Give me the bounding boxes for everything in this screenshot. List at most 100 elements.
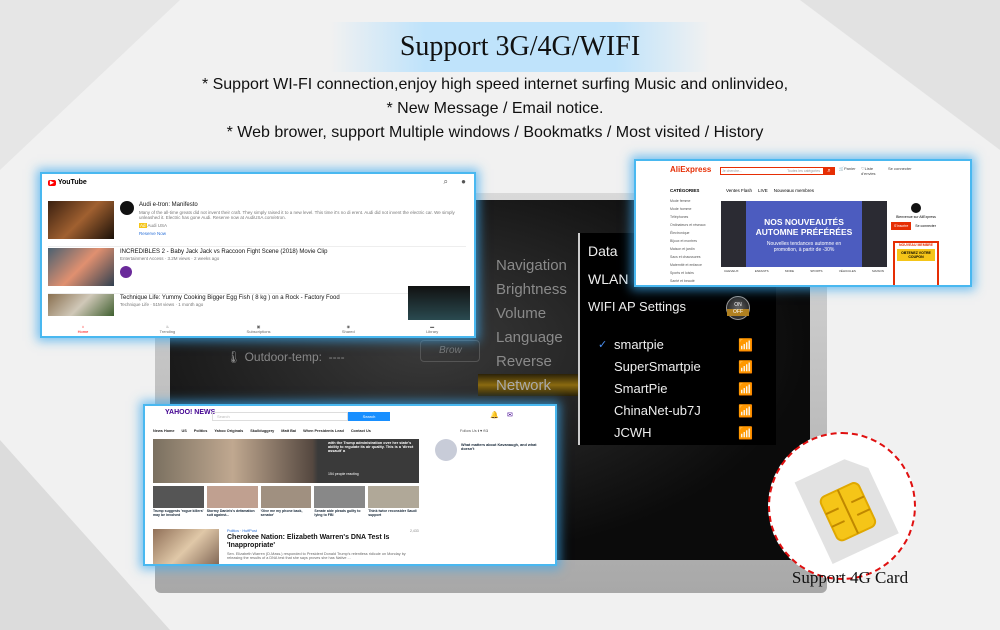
- bottom-nav: ⌂ Home ♨ Trending ▣ Subscriptions ◉ Shared ▬…: [42, 318, 474, 336]
- yahoo-nav-item[interactable]: Matt Bai: [281, 429, 296, 433]
- category-item[interactable]: Téléphones: [670, 213, 718, 221]
- account-icon[interactable]: ●: [461, 177, 466, 186]
- reactions[interactable]: 154 people reacting: [328, 472, 359, 476]
- nav-shared[interactable]: ◉ Shared: [342, 324, 355, 334]
- comment-count[interactable]: 2,433: [410, 529, 419, 533]
- thumb-story[interactable]: Senate aide pleads guilty to lying to FB…: [314, 486, 366, 517]
- yahoo-nav-item[interactable]: When Presidents Lead: [303, 429, 344, 433]
- nav-subscriptions[interactable]: ▣ Subscriptions: [247, 324, 271, 334]
- category-item[interactable]: Sports et loisirs: [670, 269, 718, 277]
- search-icon[interactable]: ⌕: [444, 177, 448, 187]
- strip-category[interactable]: SPORTS: [810, 269, 822, 273]
- login-button[interactable]: Se connecter: [913, 222, 938, 230]
- menu-item-language[interactable]: Language: [496, 329, 563, 346]
- channel-avatar: [120, 201, 134, 215]
- social-icons[interactable]: t ♥ f ◘: [478, 429, 488, 433]
- mini-player[interactable]: [408, 286, 470, 320]
- promo-tabs: Ventes Flash LIVE Nouveaux membres: [726, 188, 814, 193]
- hero-banner[interactable]: NOS NOUVEAUTÉS AUTOMNE PRÉFÉRÉES Nouvell…: [721, 201, 887, 267]
- nav-trending[interactable]: ♨ Trending: [160, 324, 176, 334]
- strip-category[interactable]: ENFANTS: [755, 269, 769, 273]
- wifi-lock-icon: 📶: [738, 360, 753, 374]
- register-button[interactable]: S'inscrire: [891, 222, 912, 230]
- reserve-now-link[interactable]: Reserve Now: [139, 231, 166, 236]
- wifi-lock-icon: 📶: [738, 426, 753, 440]
- video-title[interactable]: Technique Life: Yummy Cooking Bigger Egg…: [120, 295, 340, 301]
- yahoo-nav-item[interactable]: Yahoo Originals: [214, 429, 243, 433]
- tab-new-members[interactable]: Nouveaux membres: [774, 188, 814, 193]
- wifi-network[interactable]: SmartPie: [614, 381, 667, 396]
- category-item[interactable]: Électronique: [670, 229, 718, 237]
- search-input[interactable]: Search: [212, 412, 348, 421]
- menu-item-navigation[interactable]: Navigation: [496, 257, 567, 274]
- cart-button[interactable]: 🛒Panier: [839, 166, 856, 171]
- nav-library[interactable]: ▬ Library: [426, 324, 438, 334]
- category-item[interactable]: Santé et beauté: [670, 277, 718, 285]
- thumb-story[interactable]: Stormy Daniels's defamation suit against…: [206, 486, 258, 517]
- yahoo-nav-item[interactable]: Contact Us: [351, 429, 371, 433]
- category-item[interactable]: Maison et jardin: [670, 245, 718, 253]
- strip-category[interactable]: MAISON: [872, 269, 884, 273]
- thumb-image: [260, 486, 312, 508]
- browser-button[interactable]: Brow: [420, 340, 480, 362]
- mail-icon[interactable]: ✉: [507, 411, 513, 419]
- thumb-caption: Trump suggests 'rogue killers' may be in…: [153, 509, 204, 517]
- bell-icon[interactable]: 🔔: [490, 411, 499, 419]
- nav-home[interactable]: ⌂ Home: [78, 324, 89, 334]
- menu-item-network[interactable]: Network: [496, 377, 551, 394]
- video-thumbnail[interactable]: [48, 201, 114, 239]
- category-item[interactable]: Ordinateurs et réseaux: [670, 221, 718, 229]
- data-setting[interactable]: Data: [588, 243, 618, 259]
- category-item[interactable]: Sacs et chaussures: [670, 253, 718, 261]
- yahoo-nav-item[interactable]: News Home: [153, 429, 175, 433]
- wifi-network[interactable]: ChinaNet-ub7J: [614, 403, 701, 418]
- wlan-setting[interactable]: WLAN: [588, 271, 628, 287]
- wifi-network[interactable]: smartpie: [614, 337, 664, 352]
- thermometer-icon: 🌡: [226, 350, 242, 364]
- side-story[interactable]: What matters about Kavanaugh, and what d…: [461, 443, 541, 451]
- hero-story[interactable]: with the Trump administration over her s…: [153, 439, 419, 483]
- video-title[interactable]: Audi e-tron: Manifesto: [139, 202, 198, 208]
- wishlist-button[interactable]: ♡Liste d'envies: [861, 166, 883, 176]
- strip-category[interactable]: VÉHICULES: [839, 269, 856, 273]
- menu-item-brightness[interactable]: Brightness: [496, 281, 567, 298]
- tab-flash[interactable]: Ventes Flash: [726, 188, 752, 193]
- aliexpress-logo: AliExpress: [670, 165, 712, 174]
- video-thumbnail[interactable]: [48, 248, 114, 286]
- yahoo-nav-item[interactable]: Politics: [194, 429, 208, 433]
- strip-category[interactable]: CHEVEUX: [724, 269, 739, 273]
- category-item[interactable]: Maternité et enfance: [670, 261, 718, 269]
- category-item[interactable]: Mode femme: [670, 197, 718, 205]
- video-title[interactable]: INCREDIBLES 2 - Baby Jack Jack vs Raccoo…: [120, 249, 327, 255]
- story-title[interactable]: Cherokee Nation: Elizabeth Warren's DNA …: [227, 534, 407, 550]
- account-link[interactable]: Se connecter: [888, 166, 912, 171]
- video-item[interactable]: INCREDIBLES 2 - Baby Jack Jack vs Raccoo…: [48, 248, 466, 294]
- connected-check-icon: ✓: [598, 339, 608, 351]
- search-input[interactable]: Je cherche... Toutes les catégories: [720, 167, 826, 175]
- video-thumbnail[interactable]: [48, 294, 114, 316]
- tab-live[interactable]: LIVE: [758, 188, 768, 193]
- category-item[interactable]: Bijoux et montres: [670, 237, 718, 245]
- wifi-ap-setting[interactable]: WIFI AP Settings: [588, 299, 686, 314]
- video-meta: Technique Life · 51M views · 1 month ago: [120, 302, 204, 307]
- strip-category[interactable]: MODE: [785, 269, 794, 273]
- category-strip: CHEVEUX ENFANTS MODE SPORTS VÉHICULES MAISON: [724, 269, 884, 273]
- video-item[interactable]: Audi e-tron: Manifesto Many of the all-t…: [48, 201, 466, 247]
- thumb-story[interactable]: Trump suggests 'rogue killers' may be in…: [153, 486, 204, 517]
- menu-item-reverse[interactable]: Reverse: [496, 353, 552, 370]
- yahoo-nav: News Home US Politics Yahoo Originals Skulld…: [153, 429, 371, 433]
- wifi-network[interactable]: SuperSmartpie: [614, 359, 701, 374]
- yahoo-nav-item[interactable]: Skullduggery: [250, 429, 274, 433]
- category-item[interactable]: Mode homme: [670, 205, 718, 213]
- ad-badge: Ad: [139, 223, 147, 228]
- menu-item-volume[interactable]: Volume: [496, 305, 546, 322]
- story-image[interactable]: [153, 529, 219, 564]
- new-member-promo[interactable]: NOUVEAU MEMBRE OBTENEZ VOTRE COUPON: [893, 241, 939, 285]
- yahoo-nav-item[interactable]: US: [182, 429, 187, 433]
- search-button[interactable]: Search: [348, 412, 390, 421]
- thumb-story[interactable]: Think twice reconsider Saudi support: [368, 486, 419, 517]
- wifi-network[interactable]: JCWH: [614, 425, 652, 440]
- wifi-ap-toggle[interactable]: ON OFF: [726, 296, 750, 320]
- search-button[interactable]: ⌕: [823, 167, 835, 175]
- thumb-story[interactable]: 'Give me my phone back, senator': [260, 486, 312, 517]
